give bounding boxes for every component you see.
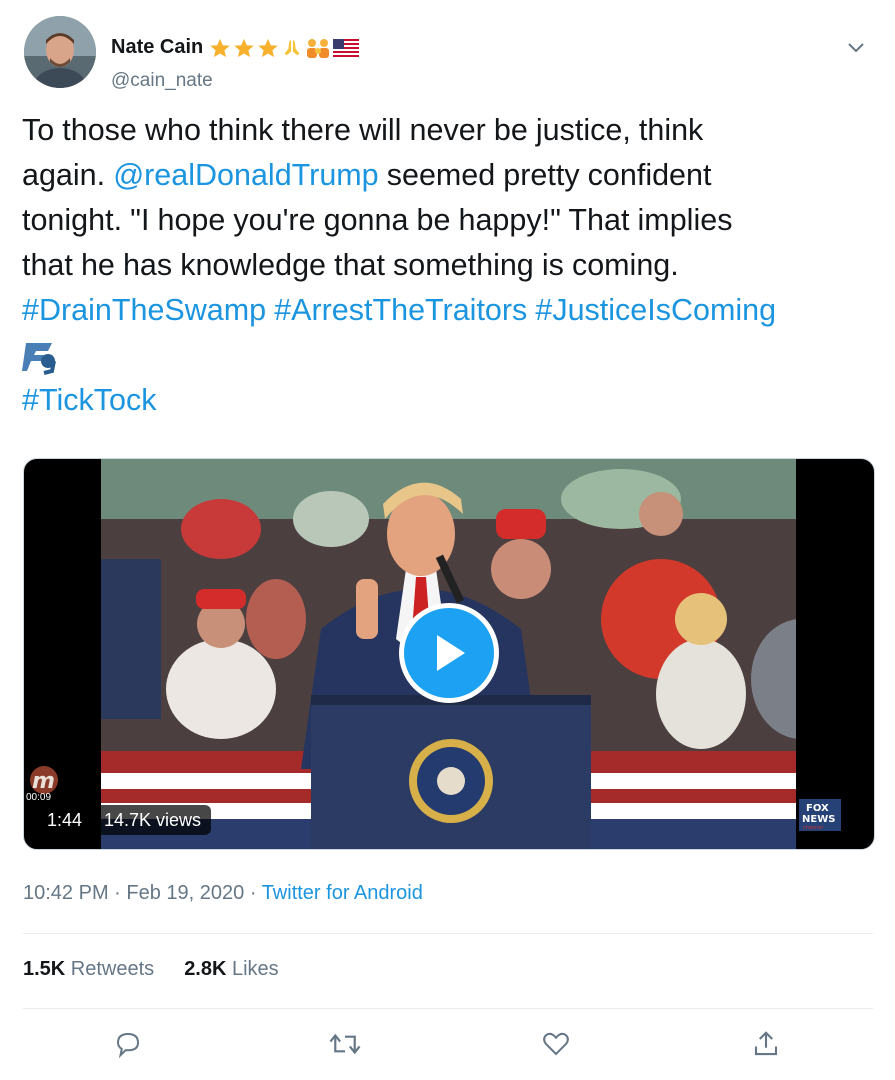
fox-news-logo-icon: FOX NEWS channel xyxy=(797,793,845,837)
meta-separator: · xyxy=(108,882,127,904)
user-handle[interactable]: @cain_nate xyxy=(111,70,213,92)
tweet-stats: 1.5K Retweets 2.8K Likes xyxy=(23,958,279,981)
likes-stat[interactable]: 2.8K Likes xyxy=(184,958,279,981)
avatar[interactable] xyxy=(24,16,96,88)
praying-hands-icon xyxy=(284,39,300,55)
tweet-header: Nate Cain @cain_nate xyxy=(24,16,876,91)
watermark-letter: m xyxy=(32,769,55,794)
video-player[interactable]: m 00:09 1:44 14.7K views FOX NEWS channe… xyxy=(23,458,875,850)
divider xyxy=(23,933,873,934)
name-row: Nate Cain xyxy=(111,36,360,59)
play-icon xyxy=(437,635,465,671)
us-flag-icon xyxy=(333,38,360,57)
divider xyxy=(23,1008,873,1009)
like-heart-icon[interactable] xyxy=(536,1024,576,1064)
tweet-meta: 10:42 PM · Feb 19, 2020 · Twitter for An… xyxy=(23,882,423,905)
family-icon xyxy=(307,38,330,58)
retweets-count: 1.5K xyxy=(23,958,66,980)
overlay-timestamp: 00:09 xyxy=(26,792,52,803)
name-emojis xyxy=(209,37,360,59)
star-icon xyxy=(258,38,278,57)
tweet-text: To those who think there will never be j… xyxy=(22,108,872,423)
hashtag-link[interactable]: #ArrestTheTraitors xyxy=(274,293,527,327)
share-icon[interactable] xyxy=(746,1024,786,1064)
chevron-down-icon[interactable] xyxy=(846,40,866,54)
tweet-line: that he has knowledge that something is … xyxy=(22,248,679,282)
f9-emoji-icon: F9 xyxy=(22,339,62,375)
tweet-date[interactable]: Feb 19, 2020 xyxy=(126,882,244,904)
star-icon xyxy=(210,38,230,57)
meta-separator: · xyxy=(244,882,262,904)
retweets-stat[interactable]: 1.5K Retweets xyxy=(23,958,154,981)
hashtag-link[interactable]: #DrainTheSwamp xyxy=(22,293,266,327)
likes-label: Likes xyxy=(226,958,279,980)
tweet-line: tonight. "I hope you're gonna be happy!"… xyxy=(22,203,733,237)
hashtag-link[interactable]: #TickTock xyxy=(22,383,156,417)
mention-link[interactable]: @realDonaldTrump xyxy=(113,158,378,192)
tweet-source-link[interactable]: Twitter for Android xyxy=(262,882,423,904)
fox-logo-text: FOX xyxy=(806,803,829,814)
retweet-icon[interactable] xyxy=(325,1024,365,1064)
tweet-actions xyxy=(0,1024,895,1068)
hashtag-link[interactable]: #JusticeIsComing xyxy=(535,293,776,327)
likes-count: 2.8K xyxy=(184,958,227,980)
news-logo-text: NEWS xyxy=(802,814,835,825)
channel-logo-text: channel xyxy=(803,825,823,831)
video-views: 14.7K views xyxy=(94,805,212,835)
star-icon xyxy=(234,38,254,57)
tweet-line: To those who think there will never be j… xyxy=(22,113,704,147)
display-name[interactable]: Nate Cain xyxy=(111,36,203,59)
reply-icon[interactable] xyxy=(108,1024,148,1064)
play-button[interactable] xyxy=(399,603,499,703)
tweet-time[interactable]: 10:42 PM xyxy=(23,882,109,904)
tweet-line: again. xyxy=(22,158,114,192)
video-duration: 1:44 xyxy=(37,805,93,835)
retweets-label: Retweets xyxy=(65,958,155,980)
tweet-line: seemed pretty confident xyxy=(378,158,712,192)
